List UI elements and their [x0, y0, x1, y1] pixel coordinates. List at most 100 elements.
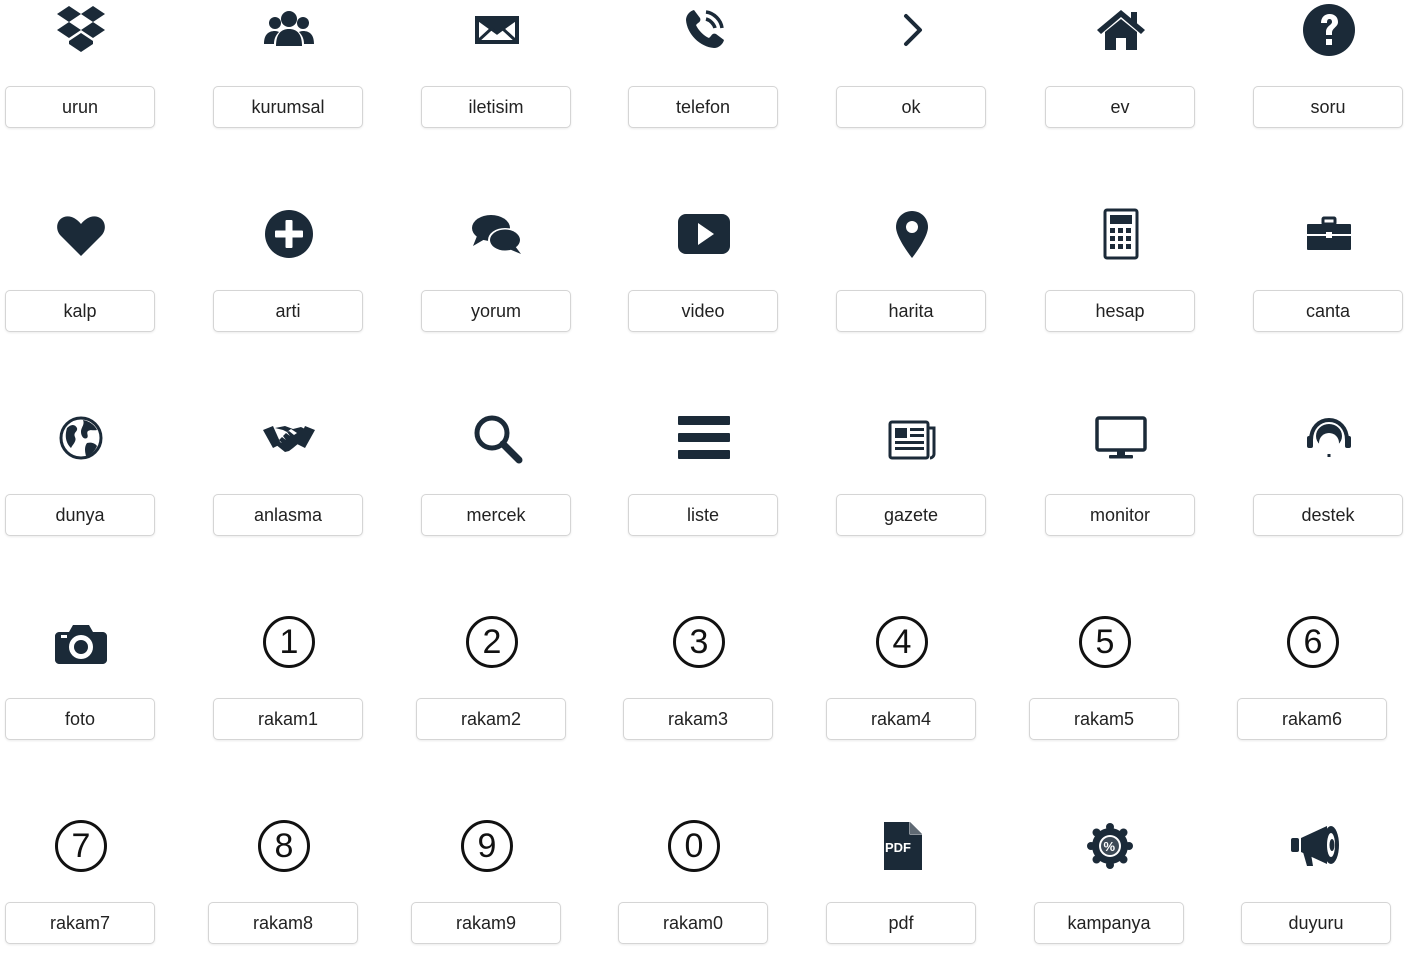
icon-tile-rakam9: 9 rakam9 [411, 818, 563, 958]
icon-tile-canta: canta [1253, 206, 1405, 346]
icon-tile-liste: liste [628, 410, 780, 550]
number-8-icon: 8 [234, 818, 334, 874]
icon-label-button-rakam4[interactable]: rakam4 [826, 698, 976, 740]
number-4-icon: 4 [852, 614, 952, 670]
envelope-icon [447, 2, 547, 58]
briefcase-icon [1279, 206, 1379, 262]
icon-label-button-rakam5[interactable]: rakam5 [1029, 698, 1179, 740]
icon-label-button-rakam0[interactable]: rakam0 [618, 902, 768, 944]
icon-tile-destek: destek [1253, 410, 1405, 550]
icon-label-button-ev[interactable]: ev [1045, 86, 1195, 128]
icon-label-button-duyuru[interactable]: duyuru [1241, 902, 1391, 944]
icon-label-button-dunya[interactable]: dunya [5, 494, 155, 536]
icon-label-button-arti[interactable]: arti [213, 290, 363, 332]
number-glyph: 8 [258, 820, 310, 872]
icon-tile-iletisim: iletisim [421, 2, 573, 142]
number-glyph: 5 [1079, 616, 1131, 668]
camera-icon [31, 614, 131, 670]
number-glyph: 6 [1287, 616, 1339, 668]
icon-label-button-ok[interactable]: ok [836, 86, 986, 128]
icon-tile-rakam4: 4 rakam4 [826, 614, 978, 754]
dropbox-icon [31, 2, 131, 58]
icon-label-button-anlasma[interactable]: anlasma [213, 494, 363, 536]
icon-tile-kurumsal: kurumsal [213, 2, 365, 142]
icon-label-button-rakam7[interactable]: rakam7 [5, 902, 155, 944]
calculator-icon [1071, 206, 1171, 262]
number-glyph: 1 [263, 616, 315, 668]
question-circle-icon [1279, 2, 1379, 58]
bars-icon [654, 410, 754, 466]
number-1-icon: 1 [239, 614, 339, 670]
icon-label-button-hesap[interactable]: hesap [1045, 290, 1195, 332]
icon-tile-rakam8: 8 rakam8 [208, 818, 360, 958]
icon-label-button-kurumsal[interactable]: kurumsal [213, 86, 363, 128]
handshake-icon [239, 410, 339, 466]
icon-label-button-kalp[interactable]: kalp [5, 290, 155, 332]
icon-label-button-soru[interactable]: soru [1253, 86, 1403, 128]
icon-label-button-monitor[interactable]: monitor [1045, 494, 1195, 536]
icon-label-button-mercek[interactable]: mercek [421, 494, 571, 536]
megaphone-icon [1267, 818, 1367, 874]
icon-tile-ev: ev [1045, 2, 1197, 142]
icon-label-button-harita[interactable]: harita [836, 290, 986, 332]
icon-label-button-rakam2[interactable]: rakam2 [416, 698, 566, 740]
icon-label-button-rakam3[interactable]: rakam3 [623, 698, 773, 740]
icon-tile-kalp: kalp [5, 206, 157, 346]
discount-badge-icon: % [1060, 818, 1160, 874]
icon-tile-rakam3: 3 rakam3 [623, 614, 775, 754]
icon-label-button-iletisim[interactable]: iletisim [421, 86, 571, 128]
number-glyph: 9 [461, 820, 513, 872]
number-0-icon: 0 [644, 818, 744, 874]
icon-label-button-pdf[interactable]: pdf [826, 902, 976, 944]
icon-tile-ok: ok [836, 2, 988, 142]
icon-tile-mercek: mercek [421, 410, 573, 550]
icon-label-button-liste[interactable]: liste [628, 494, 778, 536]
icon-label-button-video[interactable]: video [628, 290, 778, 332]
support-headset-icon [1279, 410, 1379, 466]
icon-tile-soru: soru [1253, 2, 1405, 142]
icon-tile-kampanya: % kampanya [1034, 818, 1186, 958]
icon-label-button-gazete[interactable]: gazete [836, 494, 986, 536]
icon-tile-harita: harita [836, 206, 988, 346]
icon-tile-yorum: yorum [421, 206, 573, 346]
phone-icon [654, 2, 754, 58]
icon-label-button-rakam6[interactable]: rakam6 [1237, 698, 1387, 740]
icon-label-button-rakam8[interactable]: rakam8 [208, 902, 358, 944]
icon-tile-gazete: gazete [836, 410, 988, 550]
icon-tile-anlasma: anlasma [213, 410, 365, 550]
icon-tile-rakam6: 6 rakam6 [1237, 614, 1389, 754]
newspaper-icon [862, 410, 962, 466]
icon-tile-hesap: hesap [1045, 206, 1197, 346]
icon-label-button-yorum[interactable]: yorum [421, 290, 571, 332]
icon-tile-urun: urun [5, 2, 157, 142]
globe-icon [31, 410, 131, 466]
icon-label-button-kampanya[interactable]: kampanya [1034, 902, 1184, 944]
icon-label-button-destek[interactable]: destek [1253, 494, 1403, 536]
icon-tile-video: video [628, 206, 780, 346]
number-glyph: 7 [55, 820, 107, 872]
icon-label-button-canta[interactable]: canta [1253, 290, 1403, 332]
number-glyph: 3 [673, 616, 725, 668]
number-glyph: 0 [668, 820, 720, 872]
icon-label-button-rakam9[interactable]: rakam9 [411, 902, 561, 944]
icon-label-button-telefon[interactable]: telefon [628, 86, 778, 128]
chevron-right-icon [862, 2, 962, 58]
comments-icon [447, 206, 547, 262]
icon-label-button-foto[interactable]: foto [5, 698, 155, 740]
icon-label-button-rakam1[interactable]: rakam1 [213, 698, 363, 740]
search-icon [447, 410, 547, 466]
icon-tile-rakam1: 1 rakam1 [213, 614, 365, 754]
icon-tile-pdf: PDF pdf [826, 818, 978, 958]
number-2-icon: 2 [442, 614, 542, 670]
icon-glyph-text: % [1104, 839, 1116, 854]
home-icon [1071, 2, 1171, 58]
icon-tile-rakam0: 0 rakam0 [618, 818, 770, 958]
icon-label-button-urun[interactable]: urun [5, 86, 155, 128]
map-marker-icon [862, 206, 962, 262]
icon-tile-monitor: monitor [1045, 410, 1197, 550]
icon-tile-rakam2: 2 rakam2 [416, 614, 568, 754]
number-3-icon: 3 [649, 614, 749, 670]
icon-glyph-text: PDF [885, 840, 911, 855]
number-5-icon: 5 [1055, 614, 1155, 670]
icon-tile-duyuru: duyuru [1241, 818, 1393, 958]
